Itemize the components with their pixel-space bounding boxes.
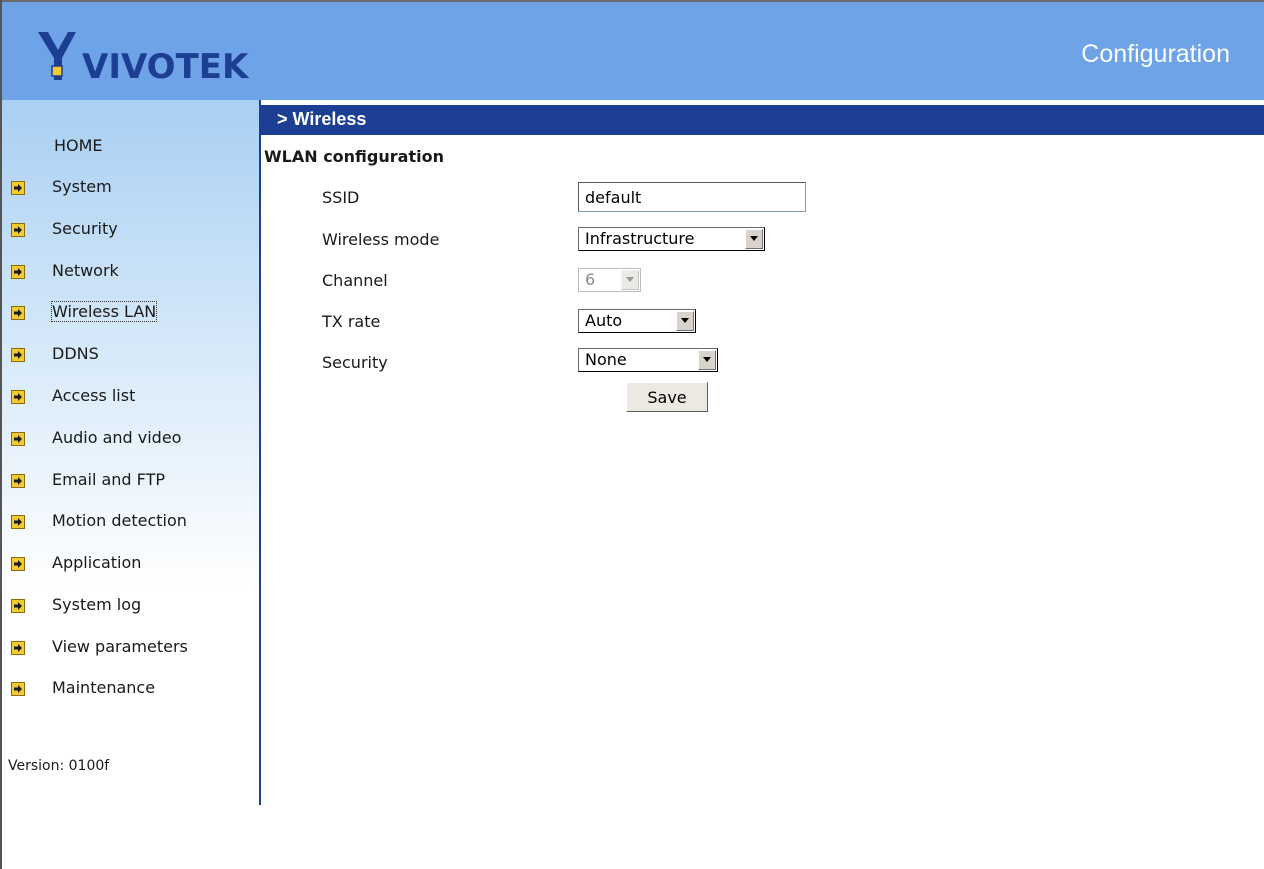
sidebar-item-label: Access list — [52, 386, 136, 405]
chevron-down-icon — [621, 270, 639, 290]
arrow-right-icon — [11, 390, 25, 404]
wireless-mode-value: Infrastructure — [585, 229, 695, 248]
arrow-right-icon — [11, 181, 25, 195]
header-banner: VIVOTEK Configuration — [2, 2, 1264, 100]
arrow-right-icon — [11, 348, 25, 362]
sidebar-item-label: Maintenance — [52, 678, 156, 697]
channel-value: 6 — [585, 270, 596, 289]
sidebar-item-label: DDNS — [52, 344, 99, 363]
tx-rate-select[interactable]: Auto — [578, 309, 696, 333]
arrow-right-icon — [11, 265, 25, 279]
sidebar-item-home[interactable]: HOME — [54, 136, 103, 155]
arrow-right-icon — [11, 223, 25, 237]
sidebar-item-label: Audio and video — [52, 428, 182, 447]
arrow-right-icon — [11, 432, 25, 446]
security-value: None — [585, 350, 627, 369]
sidebar-item-label: View parameters — [52, 637, 188, 656]
logo-wordmark: VIVOTEK — [82, 47, 250, 87]
channel-select: 6 — [578, 268, 641, 292]
sidebar-item-label: Email and FTP — [52, 470, 166, 489]
ssid-label: SSID — [322, 188, 360, 207]
version-text: Version: 0100f — [8, 758, 110, 774]
sidebar-item-label: Wireless LAN — [50, 301, 158, 322]
sidebar-item-label: Network — [52, 261, 119, 280]
security-select[interactable]: None — [578, 348, 718, 372]
section-header-bar: > Wireless — [261, 105, 1264, 135]
wireless-mode-label: Wireless mode — [322, 230, 440, 249]
sidebar-item-label: System — [52, 177, 112, 196]
channel-label: Channel — [322, 271, 388, 290]
page-title: Configuration — [1081, 40, 1230, 68]
arrow-right-icon — [11, 599, 25, 613]
sidebar: HOME System Security Network Wireless LA… — [2, 100, 261, 805]
arrow-right-icon — [11, 474, 25, 488]
arrow-right-icon — [11, 641, 25, 655]
chevron-down-icon — [745, 229, 763, 249]
arrow-right-icon — [11, 557, 25, 571]
breadcrumb: > Wireless — [277, 109, 367, 129]
sidebar-item-label: Motion detection — [52, 511, 187, 530]
arrow-right-icon — [11, 515, 25, 529]
tx-rate-label: TX rate — [322, 312, 381, 331]
save-button[interactable]: Save — [626, 382, 708, 412]
vivotek-logo: VIVOTEK — [38, 32, 250, 87]
tx-rate-value: Auto — [585, 311, 623, 330]
arrow-right-icon — [11, 306, 25, 320]
wireless-mode-select[interactable]: Infrastructure — [578, 227, 765, 251]
sidebar-item-label: Application — [52, 553, 142, 572]
chevron-down-icon — [698, 350, 716, 370]
sidebar-item-label: System log — [52, 595, 142, 614]
ssid-input[interactable] — [578, 182, 806, 212]
section-title: WLAN configuration — [264, 147, 444, 166]
sidebar-item-label: Security — [52, 219, 118, 238]
security-label: Security — [322, 353, 388, 372]
chevron-down-icon — [676, 311, 694, 331]
arrow-right-icon — [11, 682, 25, 696]
